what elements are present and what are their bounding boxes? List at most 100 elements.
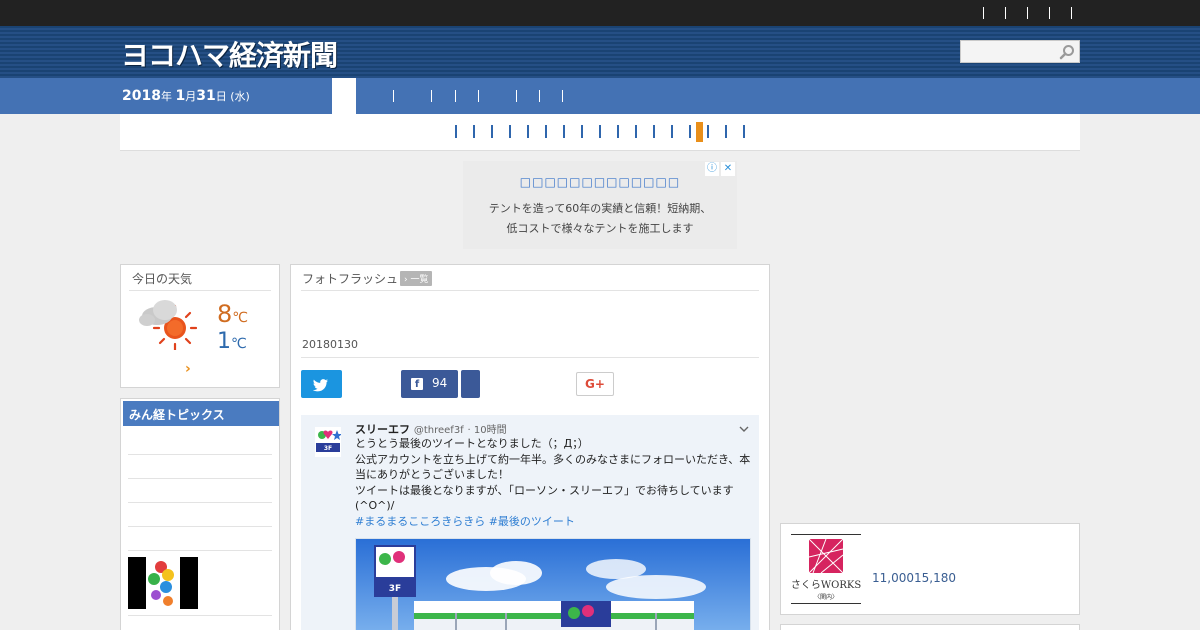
- weather-more-chevron-icon[interactable]: ›: [185, 361, 191, 377]
- temp-low: 1℃: [217, 329, 247, 354]
- subnav-item[interactable]: [725, 125, 727, 138]
- sub-nav: [120, 114, 1080, 151]
- temp-unit: ℃: [232, 310, 249, 326]
- tweet-photo[interactable]: 3F: [355, 538, 751, 630]
- sakura-works-brand: さくらWORKS: [791, 579, 861, 591]
- sakura-works-sub: 〈関内〉: [814, 593, 838, 601]
- weather-title: 今日の天気: [132, 272, 193, 286]
- embedded-tweet: 3F スリーエフ @threef3f · 10時間 とうとう最後のツイートとなり…: [301, 415, 759, 630]
- date-year: 2018: [122, 88, 161, 104]
- tweet-body: とうとう最後のツイートとなりました（；Д；） 公式アカウントを立ち上げて約一年半…: [355, 436, 751, 529]
- ad-badge: ⓘ ✕: [705, 162, 735, 176]
- nav-separator[interactable]: [516, 90, 517, 102]
- ad-text: テントを造って60年の実績と信頼！短納期、 低コストで様々なテントを施工します: [463, 199, 737, 239]
- google-plus-button[interactable]: G+: [576, 372, 614, 396]
- ad-title[interactable]: □□□□□□□□□□□□□: [463, 175, 737, 189]
- tweet-text: 公式アカウントを立ち上げて約一年半。多くのみなさまにフォローいただき、本当にあり…: [355, 452, 751, 482]
- subnav-item[interactable]: [653, 125, 655, 138]
- chevron-down-icon[interactable]: [739, 424, 749, 434]
- twitter-avatar[interactable]: 3F: [315, 427, 341, 457]
- top-bar: [0, 0, 1200, 26]
- subnav-item[interactable]: [743, 125, 745, 138]
- subnav-item[interactable]: [563, 125, 565, 138]
- subnav-item[interactable]: [599, 125, 601, 138]
- ad-banner[interactable]: ⓘ ✕ □□□□□□□□□□□□□ テントを造って60年の実績と信頼！短納期、 …: [463, 161, 737, 249]
- tweet-author[interactable]: スリーエフ @threef3f · 10時間: [355, 421, 507, 437]
- divider: [301, 357, 759, 358]
- nav-separator[interactable]: [539, 90, 540, 102]
- topics-divider: [128, 615, 272, 616]
- search-icon[interactable]: [1059, 44, 1075, 60]
- temp-high: 8℃: [217, 300, 248, 328]
- tweet-time: · 10時間: [467, 425, 507, 436]
- date-month-unit: 月: [185, 90, 197, 103]
- list-all-button[interactable]: › 一覧: [400, 271, 433, 286]
- sidebar-widget: [780, 624, 1080, 630]
- top-link-separator[interactable]: [1005, 7, 1006, 19]
- subnav-item[interactable]: [509, 125, 511, 138]
- topics-divider: [128, 526, 272, 527]
- subnav-item[interactable]: [545, 125, 547, 138]
- date-year-unit: 年: [160, 90, 176, 103]
- tweet-handle: @threef3f: [413, 425, 464, 436]
- subnav-item[interactable]: [491, 125, 493, 138]
- top-link-separator[interactable]: [983, 7, 984, 19]
- subnav-item[interactable]: [581, 125, 583, 138]
- topic-thumbnail[interactable]: [128, 557, 198, 609]
- divider: [129, 290, 271, 291]
- info-icon[interactable]: ⓘ: [705, 162, 719, 176]
- nav-separator[interactable]: [393, 90, 394, 102]
- main-nav: 2018年 1月31日 (水): [0, 78, 1200, 114]
- nav-separator[interactable]: [478, 90, 479, 102]
- divider: [301, 290, 759, 291]
- subnav-item[interactable]: [455, 125, 457, 138]
- topics-divider: [128, 502, 272, 503]
- top-link-separator[interactable]: [1071, 7, 1072, 19]
- subnav-item[interactable]: [635, 125, 637, 138]
- tweet-hashtags[interactable]: #まるまるこころきらきら #最後のツイート: [355, 514, 751, 530]
- twitter-share-button[interactable]: [301, 370, 342, 398]
- list-all-label: 一覧: [410, 275, 429, 285]
- tweet-text: ツイートは最後となりますが、「ローソン・スリーエフ」でお待ちしています(^O^)…: [355, 483, 734, 513]
- subnav-item[interactable]: [617, 125, 619, 138]
- top-link-separator[interactable]: [1049, 7, 1050, 19]
- sidebar-ad-numbers[interactable]: 11,00015,180: [872, 571, 956, 585]
- date-day: 31: [196, 88, 216, 104]
- topics-divider: [128, 454, 272, 455]
- temp-low-value: 1: [217, 329, 231, 354]
- site-logo[interactable]: ヨコハマ経済新聞: [121, 34, 338, 74]
- nav-separator[interactable]: [431, 90, 432, 102]
- svg-text:3F: 3F: [324, 445, 332, 452]
- ad-text-line: 低コストで様々なテントを施工します: [506, 222, 694, 235]
- site-header: ヨコハマ経済新聞: [0, 26, 1200, 78]
- cloudy-sunny-icon: [139, 300, 197, 350]
- tweet-author-name: スリーエフ: [355, 423, 410, 436]
- subnav-item[interactable]: [707, 125, 709, 138]
- facebook-share-button[interactable]: f 94: [401, 370, 458, 398]
- temp-high-value: 8: [217, 300, 233, 328]
- facebook-share-count: 94: [432, 376, 448, 390]
- photo-flash-panel: フォトフラッシュ › 一覧 20180130 f 94 G+ 3F スリーエフ …: [290, 264, 770, 630]
- photo-flash-heading: フォトフラッシュ: [302, 272, 399, 286]
- twitter-icon: [312, 379, 328, 392]
- sidebar-ad[interactable]: さくらWORKS 〈関内〉 11,00015,180: [780, 523, 1080, 615]
- top-links: [962, 7, 1072, 19]
- search-input[interactable]: [960, 40, 1080, 63]
- facebook-like-button[interactable]: [461, 370, 480, 398]
- subnav-item[interactable]: [689, 125, 691, 138]
- top-link-separator[interactable]: [1027, 7, 1028, 19]
- subnav-item[interactable]: [473, 125, 475, 138]
- nav-separator[interactable]: [455, 90, 456, 102]
- nav-separator[interactable]: [562, 90, 563, 102]
- current-date: 2018年 1月31日 (水): [122, 88, 250, 104]
- tweet-text: とうとう最後のツイートとなりました（；Д；）: [355, 437, 589, 450]
- facebook-icon: f: [411, 378, 423, 390]
- subnav-item[interactable]: [527, 125, 529, 138]
- nav-tab-active[interactable]: [332, 78, 356, 114]
- subnav-item[interactable]: [671, 125, 673, 138]
- date-weekday: (水): [230, 90, 250, 103]
- topics-widget: みん経トピックス: [120, 398, 280, 630]
- sakura-works-logo[interactable]: さくらWORKS 〈関内〉: [791, 534, 861, 604]
- close-icon[interactable]: ✕: [721, 162, 735, 176]
- subnav-item-active[interactable]: [696, 122, 703, 142]
